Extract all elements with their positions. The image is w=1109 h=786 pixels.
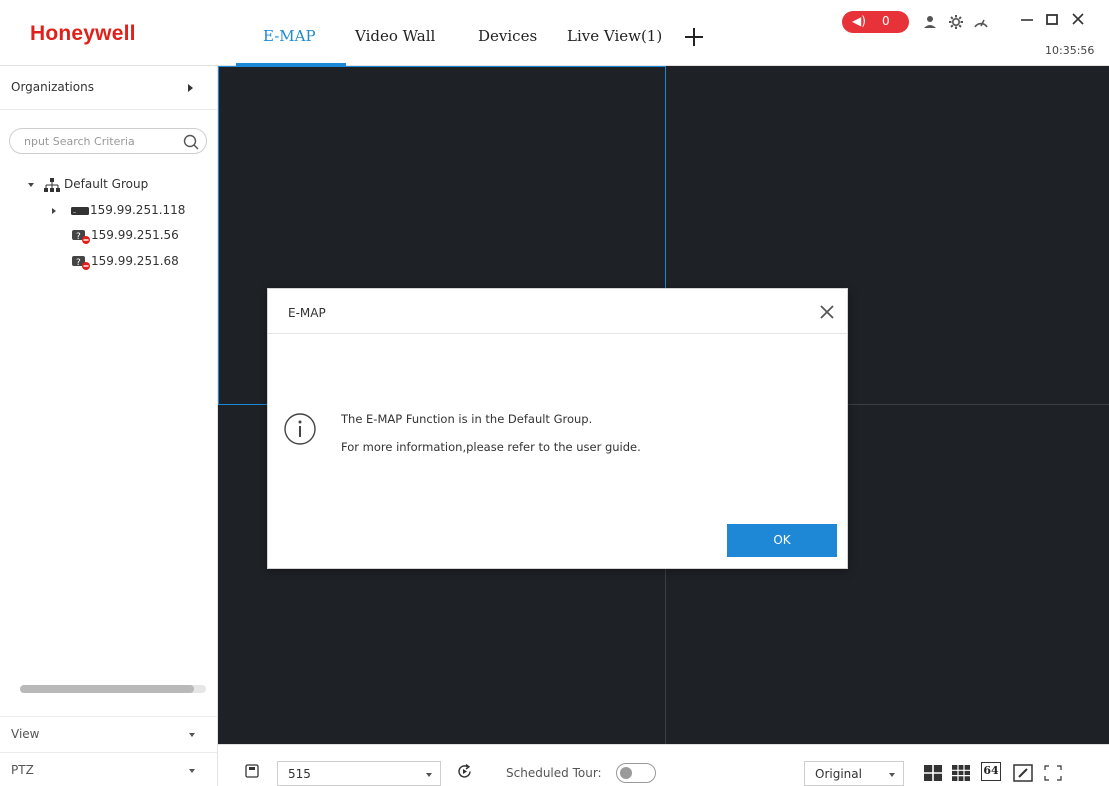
tree-device-row[interactable]: 159.99.251.118 xyxy=(52,202,212,222)
nvr-device-icon xyxy=(71,207,89,215)
tree-group-default[interactable]: Default Group xyxy=(28,176,208,196)
layout-4-icon[interactable] xyxy=(923,764,943,782)
close-icon[interactable] xyxy=(1069,10,1087,28)
tab-video-wall[interactable]: Video Wall xyxy=(355,27,435,45)
speedometer-icon[interactable] xyxy=(972,13,990,31)
aspect-ratio-select[interactable]: Original xyxy=(804,761,904,786)
top-bar: Honeywell E-MAP Video Wall Devices Live … xyxy=(0,0,1109,66)
caret-right-icon[interactable] xyxy=(52,208,56,214)
search-icon[interactable] xyxy=(182,133,200,151)
app-window: Honeywell E-MAP Video Wall Devices Live … xyxy=(0,0,1109,786)
fullscreen-icon[interactable] xyxy=(1043,764,1063,782)
scheduled-tour-toggle[interactable] xyxy=(616,763,656,783)
speaker-icon: ◀) xyxy=(852,14,866,28)
user-icon[interactable] xyxy=(921,13,939,31)
svg-text:?: ? xyxy=(76,232,81,242)
bottom-toolbar: 515 Scheduled Tour: Original 64 xyxy=(218,744,1109,786)
save-view-icon[interactable] xyxy=(245,764,259,778)
tab-devices[interactable]: Devices xyxy=(478,27,537,45)
tree-device-row[interactable]: ? 159.99.251.56 xyxy=(72,227,212,247)
refresh-icon[interactable] xyxy=(456,763,473,780)
search-input[interactable] xyxy=(24,133,174,149)
layout-64-button[interactable]: 64 xyxy=(981,762,1001,781)
tab-e-map[interactable]: E-MAP xyxy=(263,27,316,45)
dialog-divider xyxy=(268,333,847,334)
organization-icon xyxy=(44,178,60,192)
sidebar-scrollbar[interactable] xyxy=(20,685,206,693)
caret-down-icon[interactable] xyxy=(28,183,34,187)
view-label: View xyxy=(11,727,40,741)
dialog-message: For more information,please refer to the… xyxy=(341,440,641,454)
close-icon[interactable] xyxy=(818,303,836,321)
info-icon xyxy=(284,413,316,445)
caret-right-icon xyxy=(188,84,193,92)
honeywell-logo: Honeywell xyxy=(30,22,136,45)
tab-live-view[interactable]: Live View(1) xyxy=(567,27,662,45)
clock: 10:35:56 xyxy=(1045,44,1095,57)
view-section[interactable]: View xyxy=(0,716,217,752)
plus-icon[interactable] xyxy=(683,26,705,48)
tree-device-label: 159.99.251.118 xyxy=(90,203,186,217)
svg-text:?: ? xyxy=(76,258,81,268)
toggle-knob xyxy=(620,767,632,779)
scheduled-tour-label: Scheduled Tour: xyxy=(506,766,602,780)
aspect-ratio-value: Original xyxy=(815,767,862,781)
organizations-label: Organizations xyxy=(11,80,94,94)
caret-down-icon xyxy=(426,773,432,777)
view-select-value: 515 xyxy=(288,767,311,781)
minimize-icon[interactable] xyxy=(1018,10,1036,28)
maximize-icon[interactable] xyxy=(1043,10,1061,28)
ptz-section[interactable]: PTZ xyxy=(0,752,217,786)
caret-down-icon xyxy=(189,733,195,737)
layout-9-icon[interactable] xyxy=(951,764,971,782)
tree-group-label: Default Group xyxy=(64,177,149,191)
tree-device-label: 159.99.251.68 xyxy=(91,254,179,268)
sidebar: Organizations Defau xyxy=(0,66,218,786)
edit-layout-icon[interactable] xyxy=(1013,764,1033,782)
alarm-count: 0 xyxy=(882,14,890,28)
offline-device-icon: ? xyxy=(72,256,90,270)
emap-dialog: E-MAP The E-MAP Function is in the Defau… xyxy=(267,288,848,569)
search-box xyxy=(9,128,207,154)
offline-device-icon: ? xyxy=(72,230,90,244)
scrollbar-thumb[interactable] xyxy=(20,685,194,693)
tree-device-label: 159.99.251.56 xyxy=(91,228,179,242)
caret-down-icon xyxy=(889,773,895,777)
alarm-badge[interactable]: ◀) 0 xyxy=(842,11,909,33)
ok-button[interactable]: OK xyxy=(727,524,837,557)
view-select[interactable]: 515 xyxy=(277,761,441,786)
caret-down-icon xyxy=(189,769,195,773)
gear-icon[interactable] xyxy=(947,13,965,31)
dialog-title: E-MAP xyxy=(288,306,326,320)
dialog-message: The E-MAP Function is in the Default Gro… xyxy=(341,412,593,426)
tree-device-row[interactable]: ? 159.99.251.68 xyxy=(72,253,212,273)
organizations-selector[interactable]: Organizations xyxy=(0,66,217,110)
ptz-label: PTZ xyxy=(11,763,34,777)
